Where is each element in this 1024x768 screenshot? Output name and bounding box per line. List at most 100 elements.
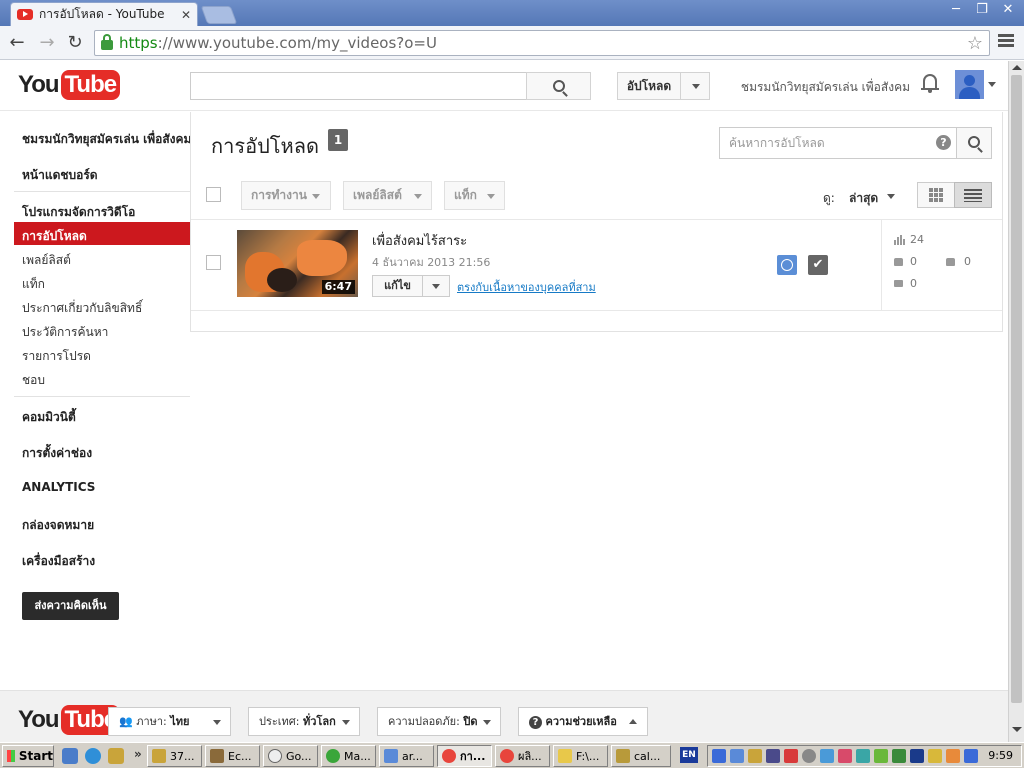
vertical-scrollbar[interactable]	[1008, 61, 1024, 742]
footer-youtube-logo[interactable]: You Tube	[18, 705, 121, 735]
taskbar-item[interactable]: ผลิ...	[495, 745, 550, 767]
tray-app-icon[interactable]	[946, 749, 960, 763]
youtube-logo[interactable]: You Tube	[18, 70, 121, 100]
sidebar-item-analytics[interactable]: ANALYTICS	[22, 480, 95, 494]
select-all-checkbox[interactable]	[206, 187, 221, 202]
send-feedback-button[interactable]: ส่งความคิดเห็น	[22, 592, 119, 620]
sidebar-item-favorites[interactable]: รายการโปรด	[22, 347, 91, 366]
tray-app-icon[interactable]	[874, 749, 888, 763]
tray-app-icon[interactable]	[748, 749, 762, 763]
sidebar-item-uploads-label[interactable]: การอัปโหลด	[22, 227, 87, 246]
sidebar-item-inbox[interactable]: กล่องจดหมาย	[22, 516, 94, 535]
help-button[interactable]: ? ความช่วยเหลือ	[518, 707, 648, 736]
search-input[interactable]	[190, 72, 527, 100]
back-arrow-icon[interactable]: ←	[6, 32, 28, 54]
sidebar-item-community[interactable]: คอมมิวนิตี้	[22, 408, 76, 427]
help-circle-icon: ?	[529, 716, 542, 729]
maximize-button[interactable]: ❐	[970, 1, 994, 19]
tags-dropdown[interactable]: แท็ก	[444, 181, 505, 210]
channel-name[interactable]: ชมรมนักวิทยุสมัครเล่น เพื่อสังคม	[741, 78, 910, 97]
country-button[interactable]: ประเทศ: ทั่วโลก	[248, 707, 360, 736]
browser-tab[interactable]: การอัปโหลด - YouTube ✕	[10, 2, 198, 26]
uploads-search-input[interactable]: ค้นหาการอัปโหลด ?	[719, 127, 957, 159]
sidebar: ชมรมนักวิทยุสมัครเล่น เพื่อสังคม หน้าแดช…	[0, 112, 191, 690]
tray-app-icon[interactable]	[928, 749, 942, 763]
actions-label: การทำงาน	[251, 188, 307, 202]
tray-app-icon[interactable]	[766, 749, 780, 763]
playlists-dropdown[interactable]: เพลย์ลิสต์	[343, 181, 432, 210]
actions-dropdown[interactable]: การทำงาน	[241, 181, 331, 210]
help-icon[interactable]: ?	[936, 135, 951, 150]
safety-button[interactable]: ความปลอดภัย: ปิด	[377, 707, 501, 736]
quicklaunch-app-icon[interactable]	[108, 748, 124, 764]
tray-app-icon[interactable]	[892, 749, 906, 763]
uploads-search-button[interactable]	[956, 127, 992, 159]
grid-view-button[interactable]	[917, 182, 955, 208]
taskbar-item[interactable]: Go...	[263, 745, 318, 767]
video-thumbnail[interactable]: 6:47	[237, 230, 358, 297]
sidebar-item-tags[interactable]: แท็ก	[22, 275, 45, 294]
sidebar-item-video-manager[interactable]: โปรแกรมจัดการวิดีโอ	[22, 203, 135, 222]
upload-button[interactable]: อัปโหลด	[617, 72, 681, 100]
sort-dropdown[interactable]: ล่าสุด	[849, 189, 878, 208]
dislike-count: 0	[964, 255, 971, 268]
tray-app-icon[interactable]	[964, 749, 978, 763]
tab-close-icon[interactable]: ✕	[181, 8, 191, 22]
system-clock[interactable]: 9:59	[988, 749, 1013, 762]
video-checkbox[interactable]	[206, 255, 221, 270]
taskbar-item-active[interactable]: กา...	[437, 745, 492, 767]
language-indicator[interactable]: EN	[680, 747, 698, 763]
scroll-down-icon[interactable]	[1012, 727, 1022, 732]
tray-app-icon[interactable]	[910, 749, 924, 763]
taskbar-item[interactable]: ar...	[379, 745, 434, 767]
taskbar-item[interactable]: F:\...	[553, 745, 608, 767]
tray-app-icon[interactable]	[856, 749, 870, 763]
notification-bell-icon[interactable]	[921, 74, 939, 94]
sidebar-item-copyright-notices[interactable]: ประกาศเกี่ยวกับลิขสิทธิ์	[22, 299, 142, 318]
address-bar[interactable]: https://www.youtube.com/my_videos?o=U ☆	[94, 30, 990, 56]
taskbar-item[interactable]: cal...	[611, 745, 671, 767]
tray-app-icon[interactable]	[784, 749, 798, 763]
edit-dropdown-button[interactable]	[422, 275, 450, 297]
quicklaunch-ie-icon[interactable]	[85, 748, 101, 764]
tray-search-icon[interactable]	[820, 749, 834, 763]
new-tab-button[interactable]	[200, 6, 238, 24]
public-globe-icon[interactable]	[777, 255, 797, 275]
scrollbar-thumb[interactable]	[1011, 75, 1022, 703]
scroll-up-icon[interactable]	[1012, 65, 1022, 70]
taskbar-item[interactable]: 37...	[147, 745, 202, 767]
minimize-button[interactable]: ─	[944, 1, 968, 19]
edit-button[interactable]: แก้ไข	[372, 275, 423, 297]
sidebar-item-channel-settings[interactable]: การตั้งค่าช่อง	[22, 444, 92, 463]
tray-volume-icon[interactable]	[802, 749, 816, 763]
third-party-content-link[interactable]: ตรงกับเนื้อหาของบุคคลที่สาม	[457, 278, 596, 296]
close-window-button[interactable]: ✕	[996, 1, 1020, 19]
reload-icon[interactable]: ↻	[64, 32, 86, 54]
start-button[interactable]: Start	[2, 745, 54, 767]
tray-app-icon[interactable]	[730, 749, 744, 763]
like-count: 0	[910, 255, 917, 268]
language-button[interactable]: 👥 ภาษา: ไทย	[108, 707, 231, 736]
sidebar-item-likes[interactable]: ชอบ	[22, 371, 45, 390]
tray-app-icon[interactable]	[838, 749, 852, 763]
bookmark-star-icon[interactable]: ☆	[967, 33, 983, 54]
sidebar-item-playlists[interactable]: เพลย์ลิสต์	[22, 251, 71, 270]
avatar[interactable]	[955, 70, 984, 99]
browser-menu-icon[interactable]	[998, 34, 1014, 50]
video-title-link[interactable]: เพื่อสังคมไร้สาระ	[372, 230, 467, 251]
taskbar-item[interactable]: Ma...	[321, 745, 376, 767]
sort-chevron-down-icon[interactable]	[887, 194, 895, 199]
taskbar-item[interactable]: Ec...	[205, 745, 260, 767]
quicklaunch-desktop-icon[interactable]	[62, 748, 78, 764]
sidebar-item-creator-tools[interactable]: เครื่องมือสร้าง	[22, 552, 95, 571]
upload-dropdown-button[interactable]	[680, 72, 710, 100]
list-view-button[interactable]	[954, 182, 992, 208]
quicklaunch-more-icon[interactable]: »	[134, 747, 142, 761]
account-chevron-icon[interactable]	[988, 82, 996, 87]
tray-network-icon[interactable]	[712, 749, 726, 763]
sidebar-item-search-history[interactable]: ประวัติการค้นหา	[22, 323, 108, 342]
sidebar-item-channel[interactable]: ชมรมนักวิทยุสมัครเล่น เพื่อสังคม	[22, 130, 191, 149]
forward-arrow-icon[interactable]: →	[36, 32, 58, 54]
search-button[interactable]	[526, 72, 591, 100]
sidebar-item-dashboard[interactable]: หน้าแดชบอร์ด	[22, 166, 98, 185]
